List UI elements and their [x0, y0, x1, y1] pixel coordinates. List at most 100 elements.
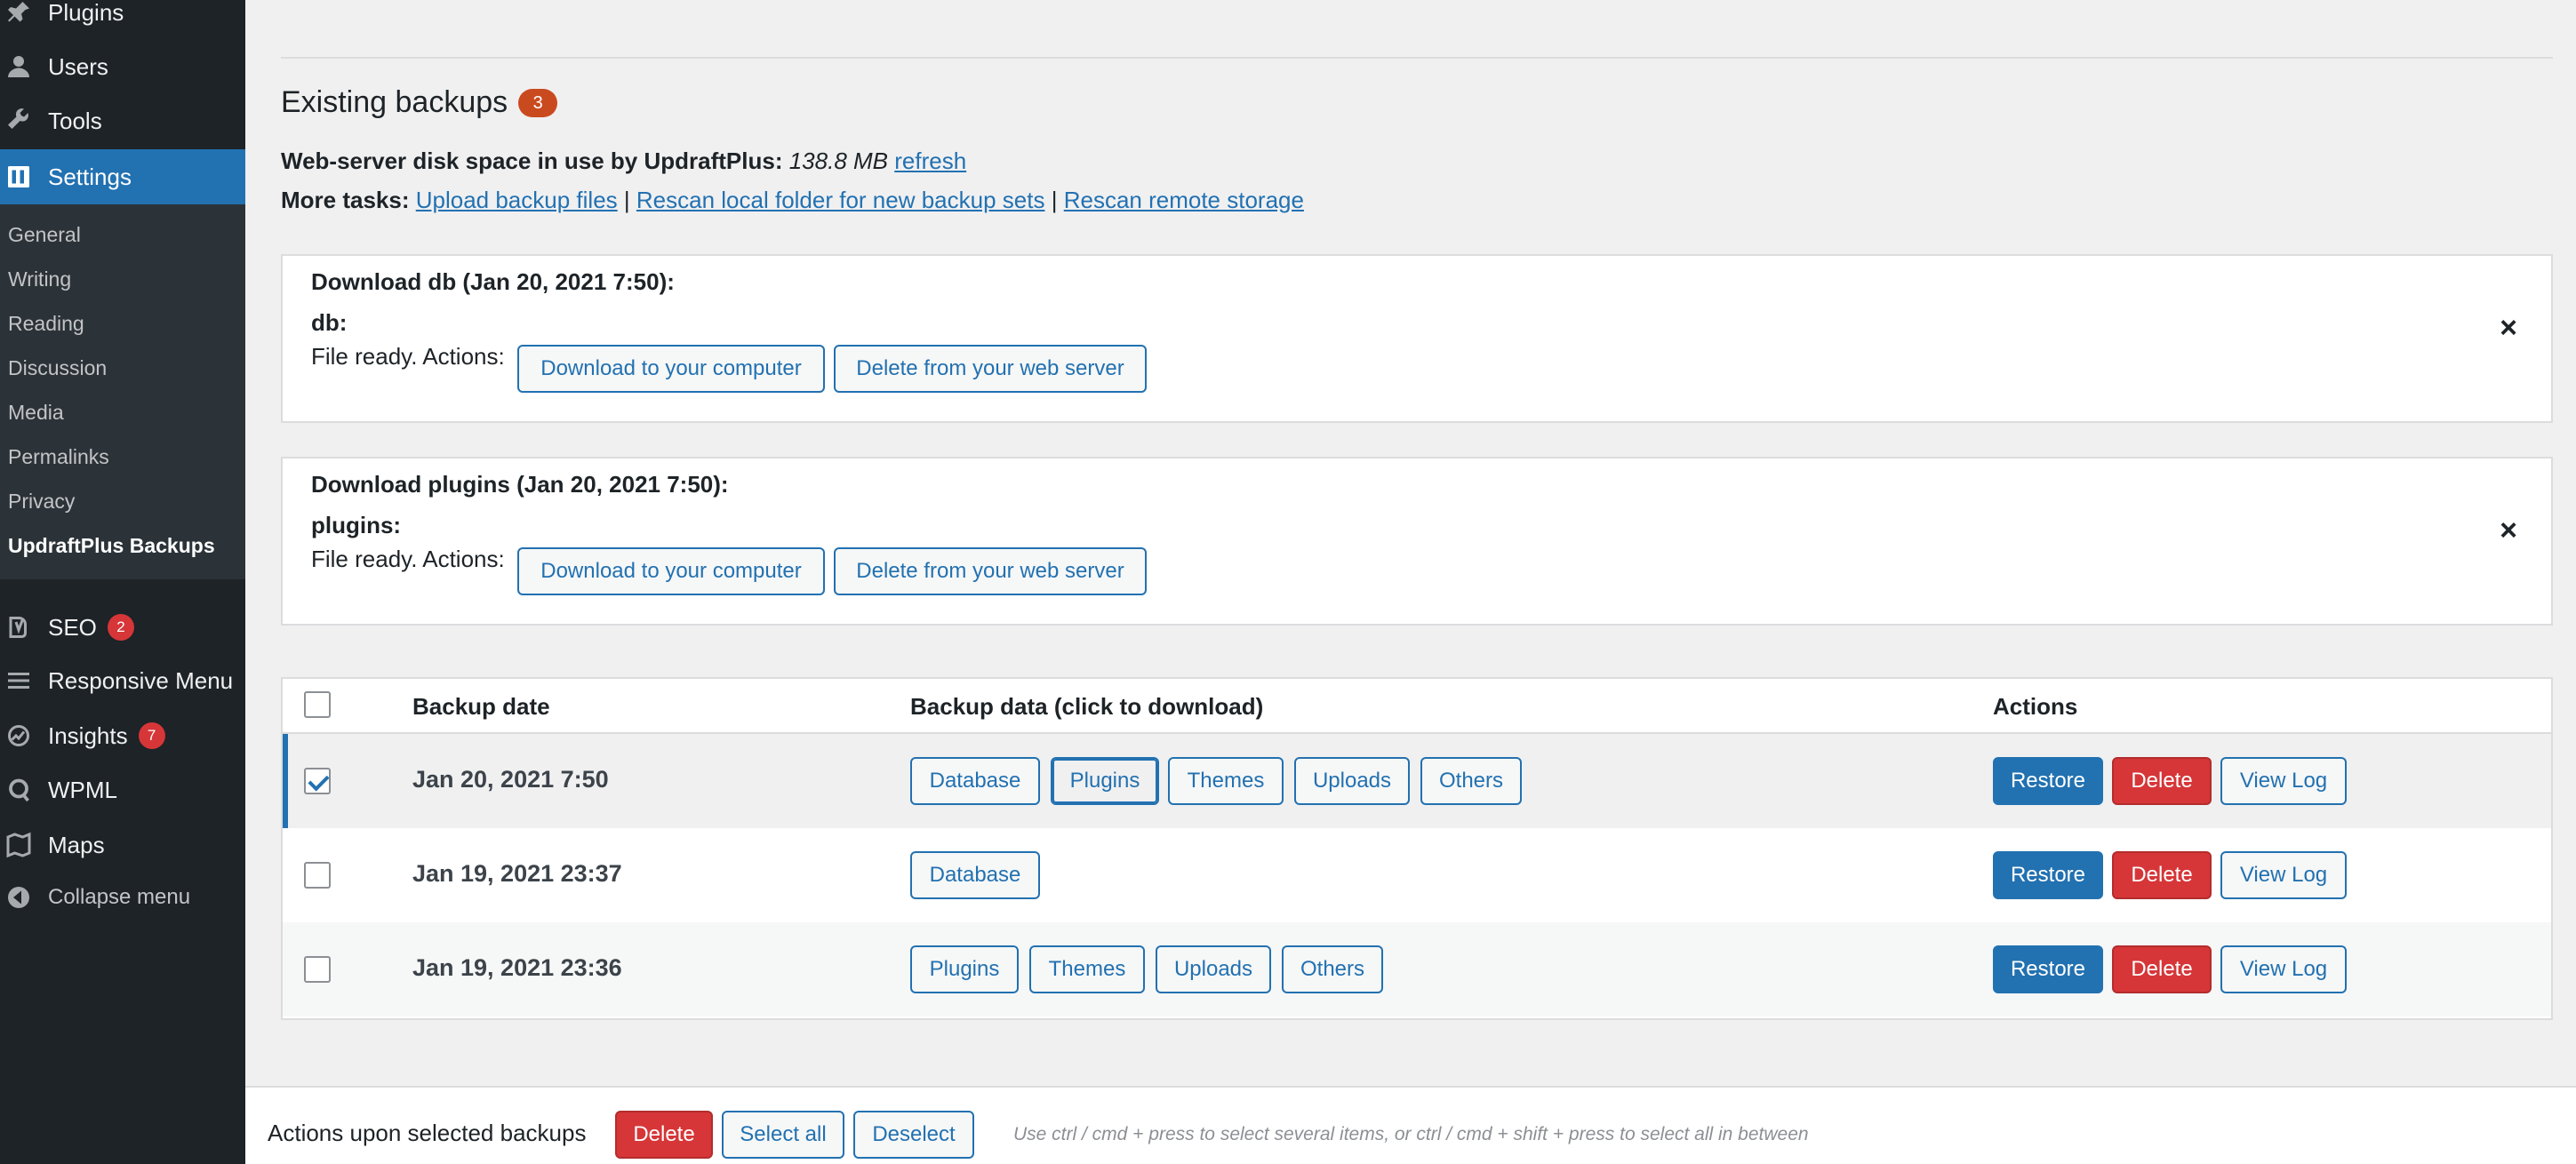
separator: | — [623, 187, 630, 213]
download-db-box: Download db (Jan 20, 2021 7:50): db: Fil… — [281, 254, 2553, 423]
delete-button[interactable]: Delete — [2112, 757, 2212, 805]
sidebar-item-tools[interactable]: Tools — [0, 103, 245, 139]
backup-count-badge: 3 — [518, 88, 558, 117]
sidebar-item-insights[interactable]: Insights 7 — [0, 718, 245, 753]
sidebar-item-label: Settings — [48, 163, 132, 190]
delete-button[interactable]: Delete — [2112, 851, 2212, 899]
row-checkbox[interactable] — [304, 862, 331, 889]
admin-sidebar: Plugins Users Tools Settings General Wri… — [0, 0, 245, 1164]
submenu-item-general[interactable]: General — [8, 223, 81, 247]
download-others-button[interactable]: Others — [1282, 945, 1383, 993]
sidebar-item-label: Users — [48, 52, 108, 80]
users-icon — [4, 52, 34, 82]
delete-from-server-button[interactable]: Delete from your web server — [834, 345, 1147, 393]
download-database-button[interactable]: Database — [910, 851, 1040, 899]
download-uploads-button[interactable]: Uploads — [1156, 945, 1271, 993]
download-others-button[interactable]: Others — [1420, 757, 1522, 805]
sidebar-item-label: Responsive Menu — [48, 666, 234, 694]
download-plugins-button[interactable]: Plugins — [1051, 757, 1159, 805]
table-row[interactable]: Jan 19, 2021 23:37 Database Restore Dele… — [283, 828, 2551, 922]
download-plugins-button[interactable]: Plugins — [910, 945, 1019, 993]
sidebar-item-label: Maps — [48, 831, 105, 858]
submenu-item-media[interactable]: Media — [8, 401, 64, 425]
sidebar-item-maps[interactable]: Maps — [0, 827, 245, 863]
download-themes-button[interactable]: Themes — [1168, 757, 1284, 805]
backup-date: Jan 19, 2021 23:37 — [412, 860, 622, 887]
upload-backup-files-link[interactable]: Upload backup files — [416, 187, 618, 213]
view-log-button[interactable]: View Log — [2220, 945, 2347, 993]
sidebar-item-label: SEO — [48, 613, 97, 641]
delete-button[interactable]: Delete — [2112, 945, 2212, 993]
restore-button[interactable]: Restore — [1993, 945, 2103, 993]
divider — [281, 57, 2553, 59]
settings-submenu: General Writing Reading Discussion Media… — [0, 204, 245, 579]
selection-hint: Use ctrl / cmd + press to select several… — [1013, 1124, 1809, 1144]
sidebar-item-responsive-menu[interactable]: Responsive Menu — [0, 663, 245, 698]
sidebar-item-plugins[interactable]: Plugins — [0, 0, 245, 30]
separator: | — [1051, 187, 1058, 213]
more-tasks-line: More tasks: Upload backup files | Rescan… — [281, 187, 1304, 214]
close-icon[interactable]: × — [2500, 514, 2517, 548]
backup-date: Jan 19, 2021 23:36 — [412, 954, 622, 981]
restore-button[interactable]: Restore — [1993, 757, 2103, 805]
collapse-arrow-icon — [4, 882, 34, 913]
sidebar-item-users[interactable]: Users — [0, 49, 245, 84]
download-name: db: — [311, 309, 348, 336]
disk-space-line: Web-server disk space in use by UpdraftP… — [281, 147, 966, 175]
rescan-remote-storage-link[interactable]: Rescan remote storage — [1064, 187, 1304, 213]
select-all-checkbox[interactable] — [304, 691, 331, 718]
wrench-icon — [4, 106, 34, 136]
wpml-icon — [4, 775, 34, 805]
download-title: Download plugins (Jan 20, 2021 7:50): — [311, 471, 729, 498]
download-to-computer-button[interactable]: Download to your computer — [517, 345, 825, 393]
view-log-button[interactable]: View Log — [2220, 757, 2347, 805]
maps-icon — [4, 830, 34, 860]
download-title: Download db (Jan 20, 2021 7:50): — [311, 268, 675, 295]
sidebar-item-label: Insights — [48, 722, 128, 749]
download-plugins-box: Download plugins (Jan 20, 2021 7:50): pl… — [281, 457, 2553, 626]
backups-table: Backup date Backup data (click to downlo… — [281, 677, 2553, 1020]
collapse-menu-label: Collapse menu — [48, 885, 191, 909]
download-to-computer-button[interactable]: Download to your computer — [517, 547, 825, 595]
sidebar-item-wpml[interactable]: WPML — [0, 772, 245, 808]
main-content: Existing backups 3 Web-server disk space… — [245, 0, 2576, 1164]
close-icon[interactable]: × — [2500, 311, 2517, 346]
row-checkbox[interactable] — [304, 956, 331, 983]
file-ready-text: File ready. Actions: — [311, 343, 505, 370]
restore-button[interactable]: Restore — [1993, 851, 2103, 899]
more-tasks-label: More tasks: — [281, 187, 410, 213]
column-header-data: Backup data (click to download) — [910, 693, 1264, 720]
table-row[interactable]: Jan 20, 2021 7:50 Database Plugins Theme… — [283, 734, 2551, 828]
backup-date: Jan 20, 2021 7:50 — [412, 766, 609, 793]
submenu-item-privacy[interactable]: Privacy — [8, 490, 75, 514]
view-log-button[interactable]: View Log — [2220, 851, 2347, 899]
submenu-item-writing[interactable]: Writing — [8, 267, 71, 291]
seo-count-badge: 2 — [107, 614, 134, 641]
file-ready-text: File ready. Actions: — [311, 546, 505, 572]
submenu-item-reading[interactable]: Reading — [8, 312, 84, 336]
download-themes-button[interactable]: Themes — [1029, 945, 1145, 993]
bulk-actions-bar: Actions upon selected backups Delete Sel… — [245, 1086, 2576, 1164]
sidebar-item-seo[interactable]: SEO 2 — [0, 610, 245, 645]
rescan-local-folder-link[interactable]: Rescan local folder for new backup sets — [636, 187, 1045, 213]
refresh-link[interactable]: refresh — [894, 147, 966, 174]
insights-icon — [4, 721, 34, 751]
row-checkbox[interactable] — [304, 768, 331, 794]
submenu-item-updraftplus[interactable]: UpdraftPlus Backups — [8, 534, 215, 558]
deselect-button[interactable]: Deselect — [853, 1111, 974, 1159]
disk-space-value: 138.8 MB — [788, 147, 889, 174]
delete-from-server-button[interactable]: Delete from your web server — [834, 547, 1147, 595]
download-uploads-button[interactable]: Uploads — [1294, 757, 1410, 805]
download-name: plugins: — [311, 512, 402, 538]
yoast-icon — [4, 612, 34, 642]
select-all-button[interactable]: Select all — [722, 1111, 844, 1159]
submenu-item-discussion[interactable]: Discussion — [8, 356, 107, 380]
sidebar-item-settings[interactable]: Settings — [0, 149, 245, 204]
existing-backups-heading: Existing backups 3 — [281, 85, 558, 120]
bulk-actions-label: Actions upon selected backups — [268, 1120, 587, 1146]
bulk-delete-button[interactable]: Delete — [615, 1111, 713, 1159]
download-database-button[interactable]: Database — [910, 757, 1040, 805]
collapse-menu-button[interactable]: Collapse menu — [0, 880, 245, 915]
submenu-item-permalinks[interactable]: Permalinks — [8, 445, 109, 469]
table-row[interactable]: Jan 19, 2021 23:36 Plugins Themes Upload… — [283, 922, 2551, 1017]
